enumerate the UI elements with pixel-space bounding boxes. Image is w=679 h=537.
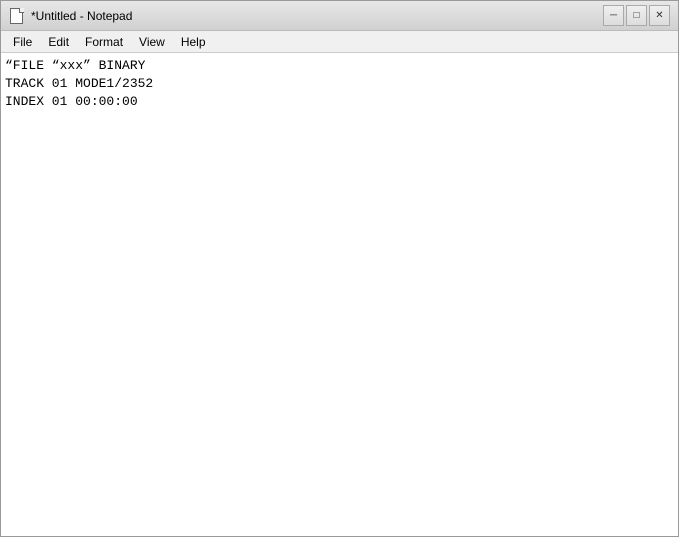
title-bar: *Untitled - Notepad ─ □ ✕ <box>1 1 678 31</box>
window-title: *Untitled - Notepad <box>31 9 603 23</box>
maximize-button[interactable]: □ <box>626 5 647 26</box>
notepad-window: *Untitled - Notepad ─ □ ✕ File Edit Form… <box>0 0 679 537</box>
close-button[interactable]: ✕ <box>649 5 670 26</box>
minimize-button[interactable]: ─ <box>603 5 624 26</box>
menu-edit[interactable]: Edit <box>40 31 77 52</box>
menu-format[interactable]: Format <box>77 31 131 52</box>
text-editor[interactable] <box>1 53 678 536</box>
menu-file[interactable]: File <box>5 31 40 52</box>
window-controls: ─ □ ✕ <box>603 5 670 26</box>
menu-view[interactable]: View <box>131 31 173 52</box>
menu-help[interactable]: Help <box>173 31 214 52</box>
app-icon <box>9 8 25 24</box>
menu-bar: File Edit Format View Help <box>1 31 678 53</box>
